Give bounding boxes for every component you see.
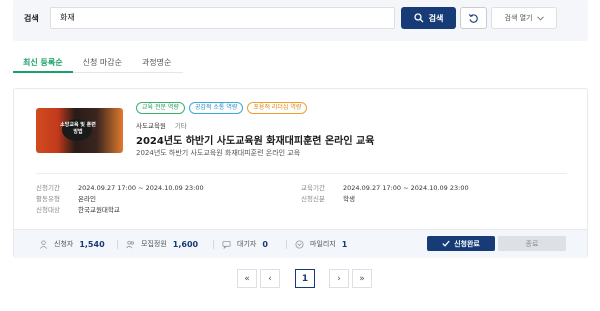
- course-info-right: 교육기간 2024.09.27 17:00 ~ 2024.10.09 23:00…: [301, 183, 469, 205]
- last-page-button[interactable]: »: [352, 269, 372, 288]
- search-button[interactable]: 검색: [401, 7, 456, 29]
- mileage-icon: [295, 239, 304, 249]
- search-bar: 검색 화재 검색 검색 열기: [13, 0, 588, 41]
- tab-deadline[interactable]: 신청 마감순: [72, 55, 132, 73]
- course-category: 기타: [174, 122, 187, 130]
- stat-value: 1: [341, 239, 348, 249]
- info-key: 신청신분: [301, 195, 325, 203]
- group-icon: [126, 240, 134, 248]
- competency-tags: 교육 전문 역량 공감적 소통 역량 포용적 리더십 역량: [136, 102, 308, 114]
- stat-separator: [117, 240, 118, 249]
- prev-page-button[interactable]: ‹: [260, 269, 280, 288]
- info-value: 학생: [343, 195, 355, 203]
- search-button-label: 검색: [428, 13, 444, 23]
- stat-waiting: 대기자 0: [222, 239, 268, 249]
- search-icon: [413, 13, 424, 23]
- stat-value: 1,540: [79, 239, 105, 249]
- course-meta: 사도교육원 기타: [136, 120, 187, 130]
- stat-applicants: 신청자 1,540: [39, 239, 105, 249]
- info-key: 교육기간: [301, 184, 325, 192]
- reset-button[interactable]: [460, 7, 487, 29]
- course-card[interactable]: 소방교육 및 훈련방법 교육 전문 역량 공감적 소통 역량 포용적 리더십 역…: [13, 88, 588, 258]
- info-value: 한국교원대학교: [78, 206, 120, 214]
- stat-capacity: 모집정원 1,600: [126, 239, 198, 249]
- tag-teaching: 교육 전문 역량: [136, 102, 185, 114]
- course-subtitle: 2024년도 하반기 사도교육원 화재대피훈련 온라인 교육: [136, 149, 301, 157]
- stat-value: 0: [262, 239, 268, 249]
- info-value: 2024.09.27 17:00 ~ 2024.10.09 23:00: [78, 184, 204, 192]
- course-stats-bar: 신청자 1,540 모집정원 1,600 대기자 0 마일리지 1 신청완료 종…: [14, 229, 587, 258]
- ended-button[interactable]: 종료: [498, 236, 566, 251]
- refresh-icon: [468, 13, 478, 23]
- check-icon: [442, 240, 450, 247]
- pagination: « ‹ 1 › »: [237, 269, 375, 288]
- course-info-left: 신청기간 2024.09.27 17:00 ~ 2024.10.09 23:00…: [36, 183, 204, 216]
- info-value: 2024.09.27 17:00 ~ 2024.10.09 23:00: [343, 184, 469, 192]
- application-complete-button[interactable]: 신청완료: [427, 236, 495, 251]
- stat-separator: [213, 240, 214, 249]
- chevron-down-icon: [536, 15, 544, 21]
- stat-label: 대기자: [237, 240, 257, 248]
- stat-value: 1,600: [172, 239, 199, 249]
- thumbnail-text: 소방교육 및 훈련방법: [60, 122, 96, 135]
- search-open-label: 검색 열기: [504, 14, 533, 22]
- course-organization: 사도교육원: [136, 122, 166, 130]
- tag-communication: 공감적 소통 역량: [188, 102, 244, 114]
- tab-name[interactable]: 과정명순: [131, 55, 182, 73]
- sort-tabs: 최신 등록순 신청 마감순 과정명순: [13, 55, 182, 73]
- info-value: 온라인: [78, 195, 96, 203]
- info-key: 신청기간: [36, 184, 60, 192]
- stat-label: 마일리지: [310, 240, 336, 248]
- search-input[interactable]: 화재: [50, 7, 395, 29]
- stat-mileage: 마일리지 1: [295, 239, 347, 249]
- stat-label: 신청자: [54, 240, 74, 248]
- person-icon: [40, 239, 47, 249]
- search-label: 검색: [24, 14, 39, 23]
- done-label: 신청완료: [454, 239, 480, 248]
- info-key: 신청대상: [36, 206, 60, 214]
- first-page-button[interactable]: «: [237, 269, 257, 288]
- card-divider: [36, 173, 567, 174]
- search-open-button[interactable]: 검색 열기: [491, 7, 557, 29]
- next-page-button[interactable]: ›: [329, 269, 349, 288]
- page-number[interactable]: 1: [295, 269, 315, 288]
- tab-latest[interactable]: 최신 등록순: [13, 55, 73, 73]
- course-title[interactable]: 2024년도 하반기 사도교육원 화재대피훈련 온라인 교육: [136, 132, 374, 147]
- stat-separator: [286, 240, 287, 249]
- info-key: 활동유형: [36, 195, 60, 203]
- stat-label: 모집정원: [141, 240, 167, 248]
- tag-leadership: 포용적 리더십 역량: [247, 102, 308, 114]
- course-thumbnail[interactable]: 소방교육 및 훈련방법: [36, 108, 123, 153]
- chat-icon: [222, 240, 231, 249]
